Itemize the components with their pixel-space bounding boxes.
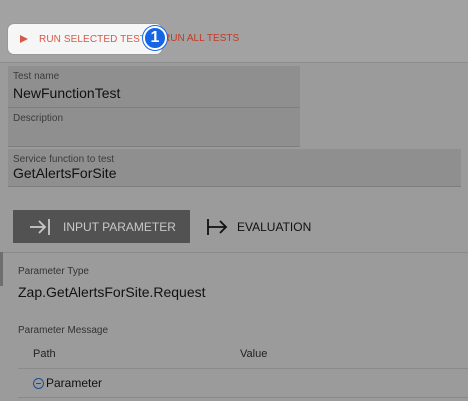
service-function-field[interactable]: Service function to test GetAlertsForSit… xyxy=(8,149,461,187)
section-divider xyxy=(0,252,468,253)
tab-input-parameter[interactable]: INPUT PARAMETER xyxy=(13,210,190,243)
toolbar: RUN SELECTED TEST RUN ALL TESTS 1 xyxy=(0,0,468,63)
column-header-path: Path xyxy=(33,348,56,360)
step-badge: 1 xyxy=(143,26,167,50)
evaluation-label: EVALUATION xyxy=(237,219,312,234)
parameter-type-label: Parameter Type xyxy=(18,266,89,277)
service-function-value: GetAlertsForSite xyxy=(13,165,117,181)
description-label: Description xyxy=(13,113,64,124)
collapse-icon[interactable] xyxy=(33,377,44,389)
parameter-message-label: Parameter Message xyxy=(18,325,109,336)
resize-handle[interactable] xyxy=(0,252,3,286)
table-row-divider xyxy=(18,397,468,398)
test-name-label: Test name xyxy=(13,71,60,82)
tab-evaluation[interactable]: EVALUATION xyxy=(206,210,311,243)
run-selected-test-button[interactable]: RUN SELECTED TEST xyxy=(8,24,162,54)
test-name-value: NewFunctionTest xyxy=(13,85,121,101)
arrow-from-bar-icon xyxy=(207,218,228,235)
run-selected-test-label: RUN SELECTED TEST xyxy=(39,33,147,45)
description-field[interactable]: Description xyxy=(8,108,300,147)
arrow-into-bar-icon xyxy=(30,218,50,235)
service-function-label: Service function to test xyxy=(13,154,115,165)
input-parameter-label: INPUT PARAMETER xyxy=(63,219,176,234)
play-icon xyxy=(20,35,28,43)
table-row[interactable]: Parameter xyxy=(33,376,102,390)
run-all-tests-button[interactable]: RUN ALL TESTS xyxy=(163,33,239,44)
parameter-type-value: Zap.GetAlertsForSite.Request xyxy=(18,284,206,300)
column-header-value: Value xyxy=(240,348,268,360)
test-name-field[interactable]: Test name NewFunctionTest xyxy=(8,66,300,108)
table-header-divider xyxy=(18,368,468,369)
row-path: Parameter xyxy=(46,376,103,390)
